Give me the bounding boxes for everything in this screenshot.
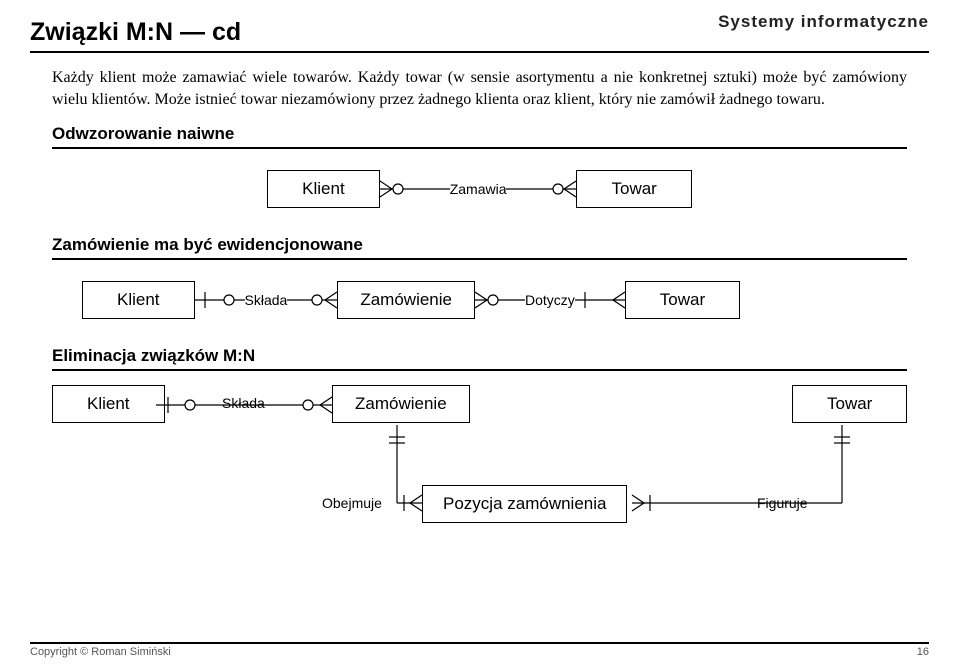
entity-towar-3: Towar — [792, 385, 907, 423]
entity-klient-3: Klient — [52, 385, 165, 423]
entity-pozycja: Pozycja zamównienia — [422, 485, 627, 523]
conn-left-crow-circle — [380, 169, 450, 209]
section-elim-label: Eliminacja związków M:N — [52, 346, 907, 371]
rel-zamawia: Zamawia — [450, 181, 507, 197]
footer: Copyright © Roman Simiński 16 — [30, 642, 929, 658]
rel-obejmuje: Obejmuje — [322, 495, 382, 511]
section-naive-label: Odwzorowanie naiwne — [52, 124, 907, 149]
diagram-recorded: Klient Składa Zamówienie Dotyczy Towar — [52, 274, 907, 326]
conn-right-crow-circle — [506, 169, 576, 209]
entity-klient: Klient — [267, 170, 380, 208]
diagram-elim: Klient Zamówienie Towar Pozycja zamównie… — [52, 385, 907, 545]
conn-circle-crow — [287, 280, 337, 320]
body-paragraph: Każdy klient może zamawiać wiele towarów… — [52, 67, 907, 110]
entity-zamowienie-3: Zamówienie — [332, 385, 470, 423]
entity-towar-2: Towar — [625, 281, 740, 319]
entity-towar: Towar — [576, 170, 691, 208]
conn-bar-crow-b — [575, 280, 625, 320]
footer-copyright: Copyright © Roman Simiński — [30, 646, 171, 658]
conn-crow-circle-b — [475, 280, 525, 320]
rel-figuruje: Figuruje — [757, 495, 808, 511]
diagram-naive: Klient Zamawia Towar — [52, 163, 907, 215]
rel-sklada: Składa — [245, 292, 288, 308]
conn-bar-circle — [195, 280, 245, 320]
rel-dotyczy: Dotyczy — [525, 292, 575, 308]
footer-page: 16 — [917, 646, 929, 658]
entity-klient-2: Klient — [82, 281, 195, 319]
section-recorded-label: Zamówienie ma być ewidencjonowane — [52, 235, 907, 260]
rel-sklada-3: Składa — [222, 395, 265, 411]
entity-zamowienie-2: Zamówienie — [337, 281, 475, 319]
header-label: Systemy informatyczne — [718, 12, 929, 32]
